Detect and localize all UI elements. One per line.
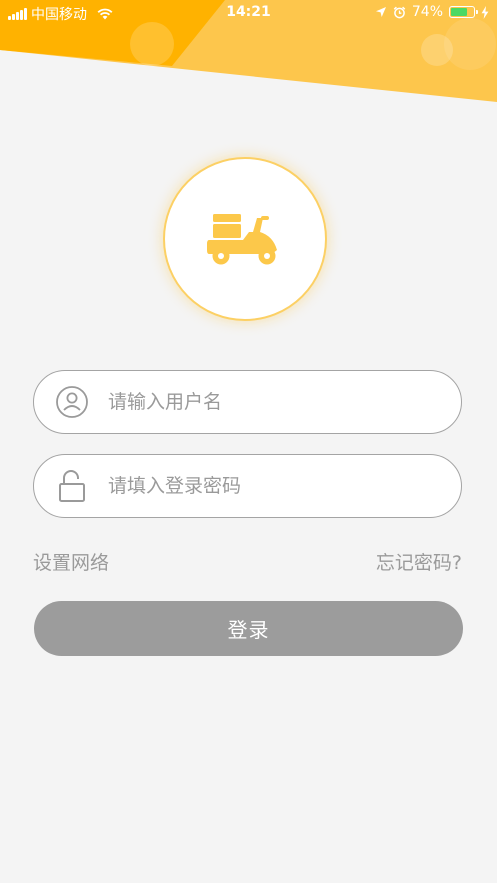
forgot-password-link[interactable]: 忘记密码? xyxy=(376,548,462,575)
battery-percent: 74% xyxy=(411,4,443,20)
network-settings-link[interactable]: 设置网络 xyxy=(33,548,109,575)
scooter-icon xyxy=(207,214,277,265)
password-field[interactable] xyxy=(33,454,462,518)
username-input[interactable] xyxy=(108,382,441,422)
status-right: 74% xyxy=(375,4,489,20)
alarm-icon xyxy=(393,6,406,18)
charging-icon xyxy=(481,5,489,19)
unlock-icon xyxy=(54,468,90,504)
user-icon xyxy=(54,384,90,420)
login-button[interactable]: 登录 xyxy=(34,601,463,656)
password-input[interactable] xyxy=(108,466,441,506)
login-screen: 中国移动 14:21 74% 请输入用户名 设置网络 忘记密码? 登录 xyxy=(0,0,497,883)
username-field[interactable] xyxy=(33,370,462,434)
status-bar: 中国移动 14:21 74% xyxy=(0,0,497,26)
location-icon xyxy=(375,7,386,17)
battery-icon xyxy=(449,6,478,18)
battery-fill xyxy=(451,8,467,16)
app-logo xyxy=(163,157,327,321)
